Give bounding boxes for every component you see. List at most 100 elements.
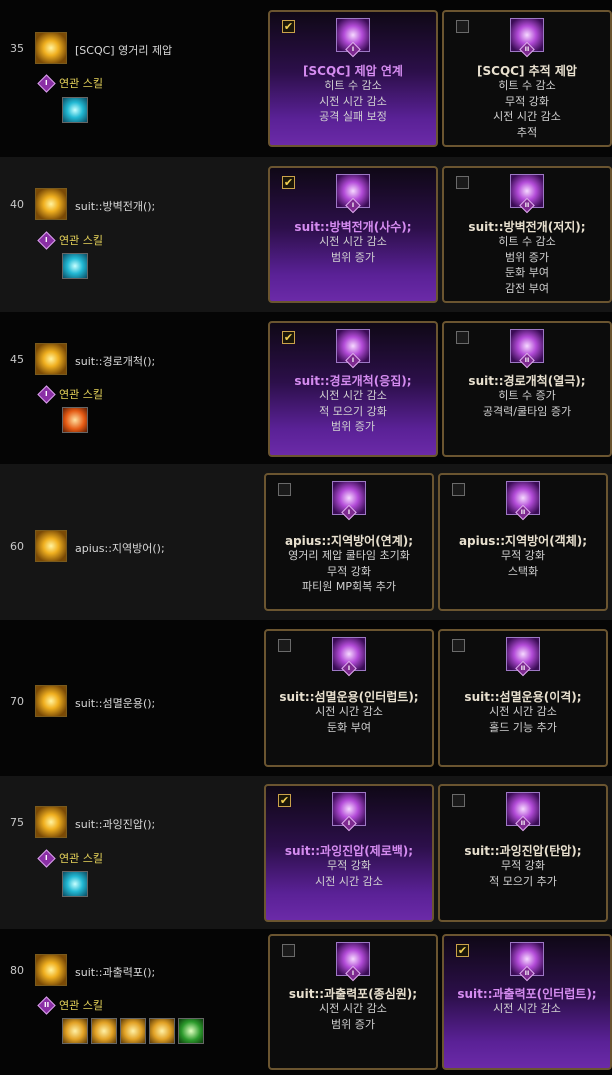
effect-line: 둔화 부여 <box>327 720 371 734</box>
talent-option-1[interactable]: ✔ I [SCQC] 제압 연계 히트 수 감소 시전 시간 감소 공격 실패 … <box>268 10 438 147</box>
skill-icon[interactable] <box>35 32 67 64</box>
related-skill-icon[interactable] <box>62 871 88 897</box>
option-title: suit::방벽전개(사수); <box>294 220 412 234</box>
option-title: suit::경로개척(응집); <box>294 374 412 388</box>
option-title: suit::과잉진압(탄압); <box>464 844 582 858</box>
level-label: 45 <box>10 353 24 366</box>
talent-option-1[interactable]: I suit::섬멸운용(인터럽트); 시전 시간 감소 둔화 부여 <box>264 629 434 767</box>
effect-line: 추적 <box>516 125 538 139</box>
effect-line: 시전 시간 감소 <box>319 235 387 248</box>
talent-row: 45 suit::경로개척(); I 연관 스킬 ✔ I suit::경로개척(… <box>0 312 612 464</box>
effect-line: 범위 증가 <box>331 1017 375 1031</box>
related-skill-header: I 연관 스킬 <box>37 848 103 868</box>
talent-option-1[interactable]: ✔ I suit::과잉진압(제로백); 무적 강화 시전 시간 감소 <box>264 784 434 922</box>
related-skill-label: 연관 스킬 <box>59 77 103 90</box>
option-checkbox[interactable] <box>452 483 465 496</box>
related-skill-icon[interactable] <box>120 1018 146 1044</box>
talent-option-2[interactable]: II suit::과잉진압(탄압); 무적 강화 적 모으기 추가 <box>438 784 608 922</box>
related-skill-label: 연관 스킬 <box>59 999 103 1012</box>
option-title: [SCQC] 제압 연계 <box>303 64 403 78</box>
option-title: [SCQC] 추적 제압 <box>477 64 577 78</box>
option-checkbox[interactable] <box>452 639 465 652</box>
option-title: suit::경로개척(열극); <box>468 374 586 388</box>
effect-line: 히트 수 감소 <box>498 235 556 248</box>
skill-icon[interactable] <box>35 806 67 838</box>
option-effects: 무적 강화 시전 시간 감소 <box>266 858 432 889</box>
related-skill-label: 연관 스킬 <box>59 234 103 247</box>
related-skill-icon[interactable] <box>62 1018 88 1044</box>
talent-option-2[interactable]: II suit::경로개척(열극); 히트 수 증가 공격력/쿨타임 증가 <box>442 321 612 457</box>
effect-line: 시전 시간 감소 <box>319 1002 387 1015</box>
tier-diamond-icon: II <box>37 995 56 1015</box>
effect-line: 무적 강화 <box>501 859 545 872</box>
related-skill-icon[interactable] <box>149 1018 175 1044</box>
talent-icon: II <box>506 481 540 521</box>
related-skill-header: I 연관 스킬 <box>37 73 103 93</box>
skill-icon[interactable] <box>35 530 67 562</box>
option-effects: 무적 강화 적 모으기 추가 <box>440 858 606 889</box>
talent-row: 35 [SCQC] 영거리 제압 I 연관 스킬 ✔ I [SCQC] 제압 연… <box>0 0 612 157</box>
option-effects: 시전 시간 감소 적 모으기 강화 범위 증가 <box>270 388 436 435</box>
related-skill-icon[interactable] <box>62 407 88 433</box>
option-checkbox[interactable] <box>282 944 295 957</box>
related-skill-label: 연관 스킬 <box>59 852 103 865</box>
talent-icon: I <box>332 481 366 521</box>
level-label: 40 <box>10 198 24 211</box>
talent-option-1[interactable]: ✔ I suit::방벽전개(사수); 시전 시간 감소 범위 증가 <box>268 166 438 303</box>
related-skill-header: II 연관 스킬 <box>37 995 103 1015</box>
effect-line: 시전 시간 감소 <box>489 705 557 718</box>
skill-icon[interactable] <box>35 954 67 986</box>
skill-icon[interactable] <box>35 685 67 717</box>
talent-option-2[interactable]: II suit::방벽전개(저지); 히트 수 감소 범위 증가 둔화 부여 감… <box>442 166 612 303</box>
option-title: suit::섬멸운용(인터럽트); <box>279 690 419 704</box>
effect-line: 히트 수 감소 <box>498 79 556 92</box>
effect-line: 공격 실패 보정 <box>319 110 387 123</box>
effect-line: 감전 부여 <box>505 281 549 295</box>
option-checkbox[interactable]: ✔ <box>456 944 469 957</box>
effect-line: 시전 시간 감소 <box>319 389 387 402</box>
talent-option-1[interactable]: I apius::지역방어(연계); 영거리 제압 쿨타임 초기화 무적 강화 … <box>264 473 434 611</box>
talent-icon: I <box>336 329 370 369</box>
option-checkbox[interactable] <box>278 639 291 652</box>
option-checkbox[interactable] <box>278 483 291 496</box>
effect-line: 스택화 <box>507 564 539 578</box>
related-skill-icon[interactable] <box>62 97 88 123</box>
talent-option-1[interactable]: ✔ I suit::경로개척(응집); 시전 시간 감소 적 모으기 강화 범위… <box>268 321 438 457</box>
talent-option-2[interactable]: II [SCQC] 추적 제압 히트 수 감소 무적 강화 시전 시간 감소 추… <box>442 10 612 147</box>
option-checkbox[interactable]: ✔ <box>278 794 291 807</box>
talent-option-2[interactable]: ✔ II suit::과출력포(인터럽트); 시전 시간 감소 <box>442 934 612 1070</box>
option-checkbox[interactable]: ✔ <box>282 331 295 344</box>
skill-icon[interactable] <box>35 188 67 220</box>
talent-option-2[interactable]: II apius::지역방어(객체); 무적 강화 스택화 <box>438 473 608 611</box>
effect-line: 적 모으기 강화 <box>319 404 387 418</box>
skill-name: [SCQC] 영거리 제압 <box>75 44 173 57</box>
skill-icon[interactable] <box>35 343 67 375</box>
level-label: 75 <box>10 816 24 829</box>
check-icon: ✔ <box>279 794 290 807</box>
skill-name: apius::지역방어(); <box>75 542 165 555</box>
option-checkbox[interactable] <box>456 176 469 189</box>
talent-icon: I <box>332 792 366 832</box>
talent-row: 75 suit::과잉진압(); I 연관 스킬 ✔ I suit::과잉진압(… <box>0 776 612 929</box>
option-checkbox[interactable] <box>456 20 469 33</box>
option-checkbox[interactable] <box>456 331 469 344</box>
tier-diamond-icon: I <box>37 848 56 868</box>
skill-name: suit::과출력포(); <box>75 966 156 979</box>
effect-line: 파티원 MP회복 추가 <box>302 580 396 593</box>
related-skill-icon[interactable] <box>178 1018 204 1044</box>
related-skill-icon[interactable] <box>62 253 88 279</box>
option-checkbox[interactable] <box>452 794 465 807</box>
option-effects: 시전 시간 감소 홀드 기능 추가 <box>440 704 606 735</box>
option-checkbox[interactable]: ✔ <box>282 176 295 189</box>
related-skill-label: 연관 스킬 <box>59 388 103 401</box>
talent-option-1[interactable]: I suit::과출력포(종심원); 시전 시간 감소 범위 증가 <box>268 934 438 1070</box>
talent-option-2[interactable]: II suit::섬멸운용(이격); 시전 시간 감소 홀드 기능 추가 <box>438 629 608 767</box>
effect-line: 범위 증가 <box>505 250 549 264</box>
talent-icon: II <box>510 942 544 982</box>
talent-icon: I <box>336 174 370 214</box>
talent-icon: I <box>336 18 370 58</box>
tier-diamond-icon: I <box>37 230 56 250</box>
related-skill-icon[interactable] <box>91 1018 117 1044</box>
related-skills <box>62 1018 204 1044</box>
option-checkbox[interactable]: ✔ <box>282 20 295 33</box>
